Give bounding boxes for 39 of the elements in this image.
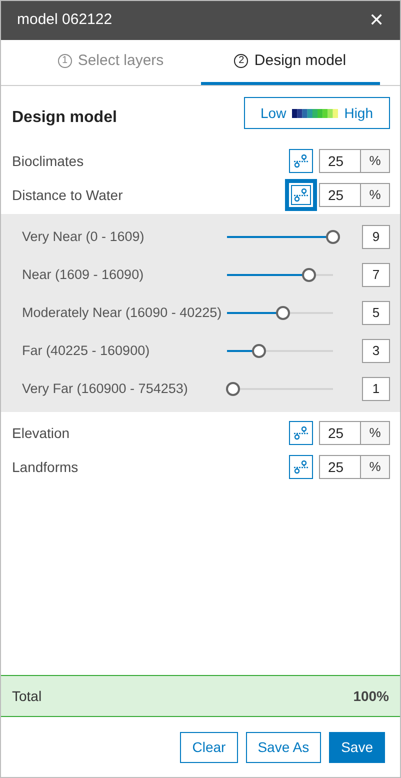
layer-name: Distance to Water <box>12 186 124 204</box>
legend-low-label: Low <box>260 104 286 122</box>
class-value-field[interactable]: 5 <box>362 301 390 325</box>
layer-name: Elevation <box>12 424 71 442</box>
total-value: 100% <box>353 686 389 706</box>
class-label: Very Near (0 - 1609) <box>22 228 146 246</box>
class-value-field[interactable]: 3 <box>362 339 390 363</box>
legend-high-label: High <box>344 104 373 123</box>
close-button[interactable]: ✕ <box>369 7 384 34</box>
slider-settings-icon <box>293 426 309 440</box>
section-heading: Design model <box>12 108 117 128</box>
class-label: Moderately Near (16090 - 40225) <box>22 304 222 322</box>
percent-label: % <box>361 456 389 478</box>
percent-label: % <box>361 150 389 172</box>
class-label: Very Far (160900 - 754253) <box>22 380 189 398</box>
secondary-button[interactable]: Save As <box>246 732 322 762</box>
percent-label: % <box>361 184 389 206</box>
save-button[interactable]: Save <box>329 732 385 762</box>
percent-label: % <box>361 422 389 444</box>
slider-settings-icon <box>293 188 309 202</box>
layer-name: Bioclimates <box>12 152 85 170</box>
color-ramp-drawing <box>292 108 338 118</box>
total-label: Total <box>12 686 42 706</box>
toggle-sliders-button[interactable] <box>289 455 313 479</box>
window-title: model 062122 <box>17 10 112 30</box>
class-label: Far (40225 - 160900) <box>22 342 151 360</box>
toggle-sliders-button[interactable] <box>289 149 313 173</box>
class-value-field[interactable]: 1 <box>362 377 390 401</box>
step-tab[interactable]: 2 Design model <box>200 40 380 85</box>
layer-name: Landforms <box>12 458 80 476</box>
class-label: Near (1609 - 16090) <box>22 266 145 284</box>
class-value-field[interactable]: 9 <box>362 225 390 249</box>
class-value-field[interactable]: 7 <box>362 263 390 287</box>
step-tab[interactable]: 1 Select layers <box>21 40 200 85</box>
toggle-sliders-button[interactable] <box>285 179 317 211</box>
secondary-button[interactable]: Clear <box>180 732 238 762</box>
slider-settings-icon <box>293 460 309 474</box>
slider-settings-icon <box>293 154 309 168</box>
toggle-sliders-button[interactable] <box>289 421 313 445</box>
